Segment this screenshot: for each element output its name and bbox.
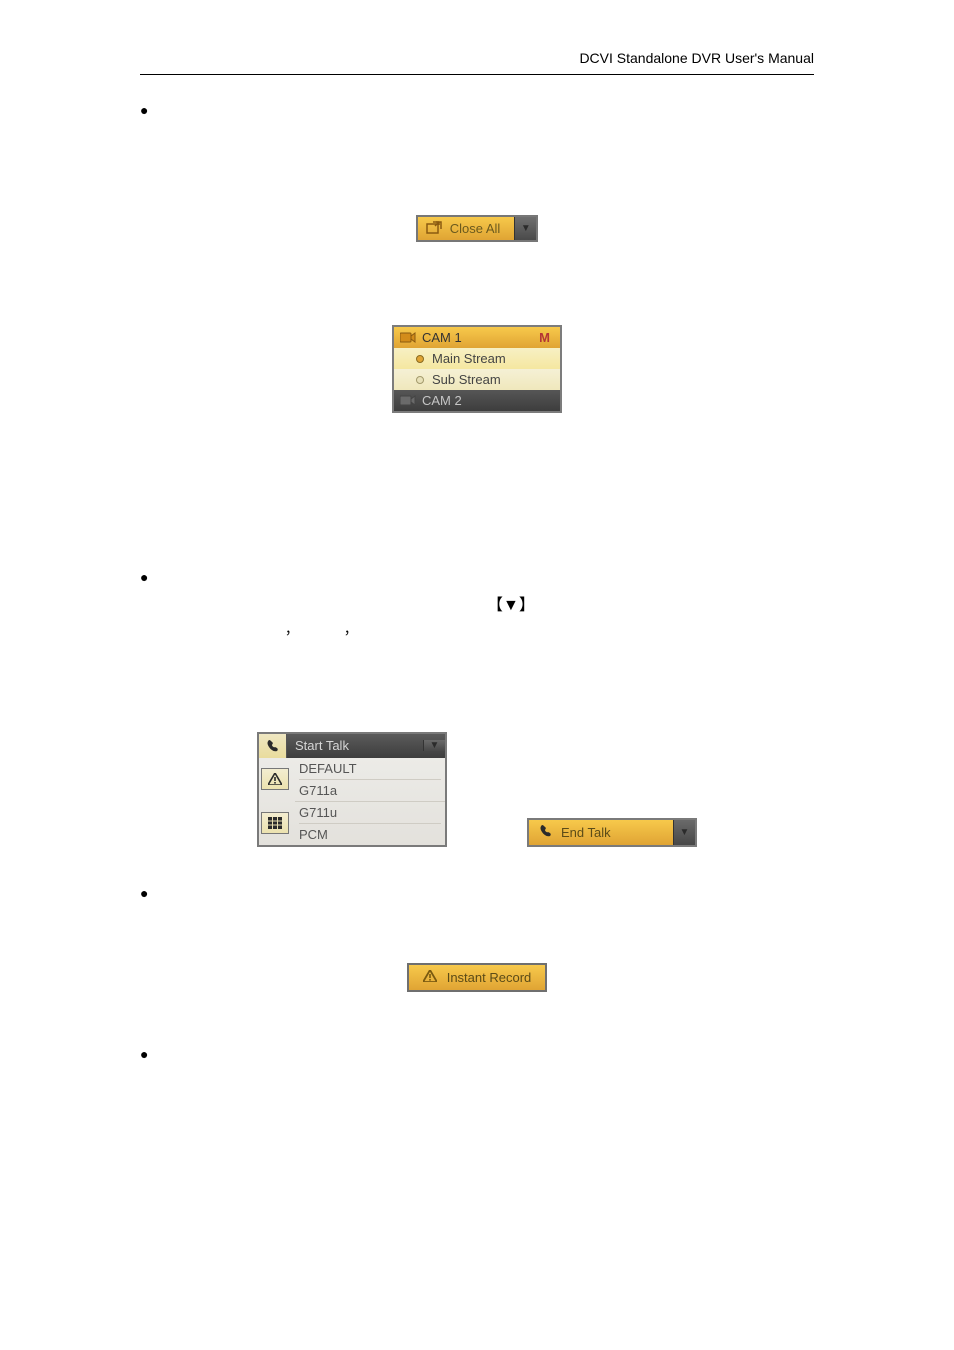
down-triangle-bracket: 【▼】 — [487, 597, 535, 614]
bullet-dot: ● — [140, 569, 148, 585]
figure-caption-5-5: Figure 5-5 — [100, 248, 854, 263]
close-all-icon — [426, 221, 442, 235]
header-rule — [140, 74, 814, 75]
grid-icon — [261, 812, 289, 834]
start-talk-dropdown[interactable]: Start Talk ▼ DEFAULT G711a — [257, 732, 447, 847]
bullet-text-open-all: Open All — [170, 99, 854, 122]
main-stream-option[interactable]: Main Stream — [394, 348, 560, 369]
cam2-row[interactable]: CAM 2 — [394, 390, 560, 411]
para-close-all-desc: You can click it to close all channels. — [100, 183, 854, 205]
bullet-dot: ● — [140, 1046, 148, 1062]
end-talk-label: End Talk — [561, 825, 611, 840]
cam1-row[interactable]: CAM 1 M — [394, 327, 560, 348]
talk-option-default[interactable]: DEFAULT — [299, 761, 441, 776]
bullet-dot: ● — [140, 102, 148, 118]
start-talk-drop[interactable]: ▼ — [423, 740, 445, 751]
end-talk-button[interactable]: End Talk ▼ — [527, 818, 697, 847]
main-stream-label: Main Stream — [432, 351, 506, 366]
cam2-label: CAM 2 — [422, 393, 462, 408]
instant-record-label: Instant Record — [447, 970, 532, 985]
radio-unselected-icon — [416, 376, 424, 384]
chevron-down-icon: ▼ — [521, 223, 531, 234]
close-all-label: Close All — [450, 221, 501, 236]
talk-option-pcm[interactable]: PCM — [299, 823, 441, 842]
para-talk-desc: You can click this button to enable audi… — [100, 593, 854, 663]
warning-icon — [423, 970, 437, 985]
para-refer-5-6: Please refer to Figure 5-6 for main stre… — [100, 293, 854, 315]
figure-caption-5-6: Figure 5-6 — [100, 419, 854, 434]
warning-icon — [261, 768, 289, 790]
phone-icon — [539, 824, 553, 841]
para-open-all2-desc: Open all button is to enable/disable all… — [100, 493, 854, 560]
bullet-instant-record: Instant record — [170, 882, 854, 905]
m-badge: M — [539, 330, 554, 345]
bullet-local-play: Local play — [170, 1043, 854, 1066]
chevron-down-icon: ▼ — [680, 827, 690, 838]
sub-stream-option[interactable]: Sub Stream — [394, 369, 560, 390]
chevron-down-icon: ▼ — [430, 740, 440, 751]
camera-icon — [400, 332, 416, 344]
close-all-button[interactable]: Close All ▼ — [416, 215, 539, 242]
start-talk-label: Start Talk — [287, 738, 423, 753]
bullet-dot: ● — [140, 885, 148, 901]
figure-caption-5-7: Figure 5-7 — [100, 855, 854, 870]
bullet-start-dialogue: Start dialogue — [170, 566, 854, 589]
para-local-play-desc: The Web can playback the saved (Extensio… — [100, 1070, 854, 1115]
figure-caption-5-8: Figure 5-8 — [100, 998, 854, 1013]
close-all-dropdown[interactable]: ▼ — [514, 217, 536, 240]
page-number: 178 — [100, 1155, 854, 1170]
cam1-label: CAM 1 — [422, 330, 462, 345]
camera-stream-list[interactable]: CAM 1 M Main Stream Sub Stream CA — [392, 325, 562, 413]
radio-selected-icon — [416, 355, 424, 363]
sub-stream-label: Sub Stream — [432, 372, 501, 387]
para-talk-note: Please note, if audio input port from th… — [100, 669, 854, 714]
instant-record-button[interactable]: Instant Record — [407, 963, 548, 992]
talk-option-g711u[interactable]: G711u — [299, 805, 441, 820]
para-close-all: Close All — [100, 154, 854, 176]
page-header: DCVI Standalone DVR User's Manual — [579, 50, 814, 66]
talk-option-g711a[interactable]: G711a — [299, 779, 441, 798]
phone-icon — [259, 734, 287, 758]
para-open-all2: Open All — [100, 464, 854, 486]
para-instant-desc: Click it, the button becomes yellow and … — [100, 909, 854, 954]
para-open-all-desc: You can click it to open all channels. — [100, 126, 854, 148]
camera-icon — [400, 395, 416, 407]
end-talk-drop[interactable]: ▼ — [673, 820, 695, 845]
